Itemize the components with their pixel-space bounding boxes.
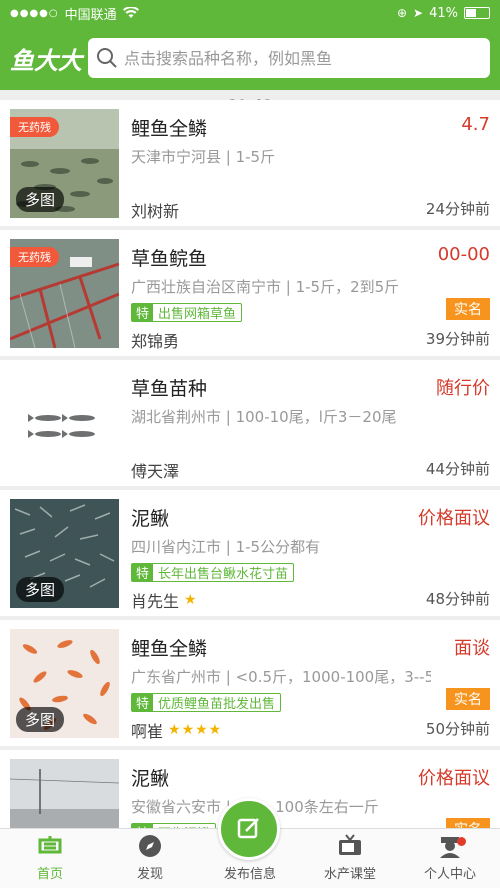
listing-location: 天津市宁河县 | 1-5斤 [131, 148, 276, 166]
listing-price: 随行价 [436, 378, 490, 399]
listing-thumbnail: 多图 [10, 629, 119, 738]
listing-location: 广西壮族自治区南宁市 | 1-5斤，2到5斤 [131, 278, 400, 296]
verified-badge: 实名 [446, 688, 490, 710]
battery-icon [464, 7, 490, 19]
multi-image-badge: 多图 [16, 577, 65, 602]
list-item[interactable]: 多图 泥鳅 价格面议 四川省内江市 | 1-5公分都有 特 长年出售台鳅水花寸苗… [0, 490, 500, 616]
tab-label: 首页 [36, 867, 63, 882]
search-box[interactable] [88, 38, 490, 78]
listing-title: 鲤鱼全鳞 [131, 118, 208, 140]
listing-location: 安徽省六安市 | 5斤，100条左右一斤 [131, 798, 379, 816]
listing-price: 价格面议 [418, 508, 490, 529]
edit-icon [237, 818, 259, 839]
location-arrow-icon: ➤ [413, 6, 424, 20]
listing-price: 00-00 [437, 244, 490, 265]
status-bar: ●●●●○ 中国联通 19:48 ⊕ ➤ 41% [0, 0, 500, 114]
listing-location: 湖北省荆州市 | 100-10尾，l斤3－20尾 [131, 408, 397, 426]
listing-location: 四川省内江市 | 1-5公分都有 [131, 538, 321, 556]
seller-label: 啊崔 [131, 722, 164, 741]
list-item[interactable]: 无药残 多图 鲤鱼全鳞 4.7 天津市宁河县 | 1-5斤 刘树新 24分钟前 [0, 100, 500, 226]
fish-fry-photo [10, 369, 119, 478]
listing-price: 面谈 [454, 638, 490, 659]
post-time: 50分钟前 [425, 720, 490, 738]
seller-name: 刘树新 [131, 198, 179, 222]
multi-image-badge: 多图 [16, 187, 65, 212]
listing-thumbnail [10, 369, 119, 478]
tab-label: 个人中心 [423, 867, 476, 882]
listing-thumbnail: 多图 [10, 499, 119, 608]
listing-title: 鲤鱼全鳞 [131, 638, 208, 660]
listing-location: 广东省广州市 | <0.5斤，1000-100尾，3--5公分 [131, 668, 431, 686]
post-time: 48分钟前 [425, 590, 490, 608]
wifi-icon [122, 7, 139, 18]
signal-icon: ●●●●○ [10, 7, 59, 19]
listing-thumbnail: 无药残 多图 [10, 109, 119, 218]
post-time: 24分钟前 [425, 200, 490, 218]
seller-label: 刘树新 [131, 202, 180, 221]
seller-label: 傅天澤 [131, 462, 180, 481]
seller-name: 肖先生 ★ [131, 588, 198, 612]
tab-classroom[interactable]: 水产课堂 [300, 829, 400, 888]
listing-price: 4.7 [461, 114, 490, 135]
tab-discover[interactable]: 发现 [100, 829, 200, 888]
listing-title: 草鱼鲩鱼 [131, 248, 208, 270]
special-tag: 特 长年出售台鳅水花寸苗 [131, 563, 295, 582]
publish-button[interactable] [218, 798, 280, 860]
no-drug-tag: 无药残 [10, 247, 59, 267]
special-text: 长年出售台鳅水花寸苗 [158, 567, 289, 582]
special-tag: 特 优质鲤鱼苗批发出售 [131, 693, 282, 712]
seller-name: 啊崔 ★★★★ [131, 718, 222, 742]
special-text: 优质鲤鱼苗批发出售 [158, 697, 276, 712]
listing-title: 泥鳅 [131, 508, 170, 530]
seller-label: 肖先生 [131, 592, 180, 611]
list-item[interactable]: 无药残 草鱼鲩鱼 00-00 广西壮族自治区南宁市 | 1-5斤，2到5斤 特 … [0, 230, 500, 356]
carrier-label: 中国联通 [64, 7, 117, 23]
rating-stars: ★★★★ [168, 722, 223, 738]
tab-label: 水产课堂 [323, 867, 376, 882]
search-input[interactable] [124, 48, 482, 68]
no-drug-tag: 无药残 [10, 117, 59, 137]
post-time: 44分钟前 [425, 460, 490, 478]
lock-rotation-icon: ⊕ [396, 6, 408, 20]
tab-label: 发现 [136, 867, 163, 882]
verified-badge: 实名 [446, 298, 490, 320]
seller-label: 郑锦勇 [131, 332, 180, 351]
app-header: 鱼大大 [0, 26, 500, 90]
fish-home-icon [38, 836, 62, 854]
list-item[interactable]: 草鱼苗种 随行价 湖北省荆州市 | 100-10尾，l斤3－20尾 傅天澤 44… [0, 360, 500, 486]
special-tag: 特 出售网箱草鱼 [131, 303, 243, 322]
seller-name: 郑锦勇 [131, 328, 179, 352]
listing-thumbnail: 无药残 [10, 239, 119, 348]
compass-icon [139, 835, 161, 857]
special-mark: 特 [132, 564, 154, 582]
app-logo: 鱼大大 [10, 46, 82, 75]
listing-price: 价格面议 [418, 768, 490, 789]
listing-title: 草鱼苗种 [131, 378, 208, 400]
tab-label: 发布信息 [223, 867, 276, 882]
seller-name: 傅天澤 [131, 458, 179, 482]
search-icon [97, 48, 117, 68]
tab-home[interactable]: 首页 [0, 829, 100, 888]
rating-stars: ★ [184, 592, 198, 608]
special-mark: 特 [132, 694, 154, 712]
listing-title: 泥鳅 [131, 768, 170, 790]
special-mark: 特 [132, 304, 154, 322]
battery-percent: 41% [429, 5, 458, 21]
notification-dot [457, 837, 466, 846]
tab-profile[interactable]: 个人中心 [400, 829, 500, 888]
post-time: 39分钟前 [425, 330, 490, 348]
list-item[interactable]: 多图 鲤鱼全鳞 面谈 广东省广州市 | <0.5斤，1000-100尾，3--5… [0, 620, 500, 746]
tv-icon [339, 834, 361, 855]
multi-image-badge: 多图 [16, 707, 65, 732]
special-text: 出售网箱草鱼 [158, 307, 237, 322]
